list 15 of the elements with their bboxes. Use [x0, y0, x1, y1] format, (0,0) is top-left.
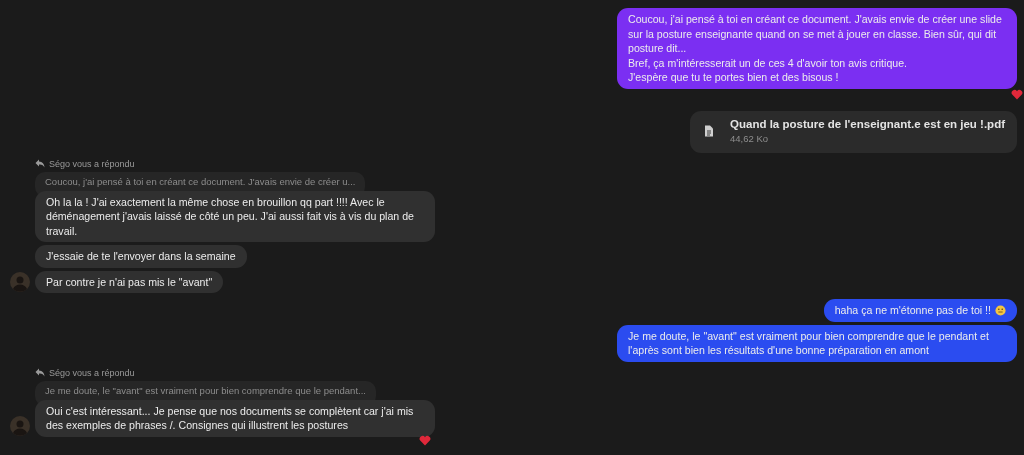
- file-size: 44,62 Ko: [730, 131, 770, 145]
- file-attachment[interactable]: Quand la posture de l'enseignant.e est en jeu !.pdf 44,62 Ko: [690, 110, 1017, 153]
- reply-label: Ségo vous a répondu: [49, 158, 135, 169]
- message-bubble: J'essaie de te l'envoyer dans la semaine: [35, 245, 247, 268]
- avatar: [10, 272, 30, 292]
- message-bubble: Je me doute, le "avant" est vraiment pour bien comprendre que le pendant et l'après sont bien les résultats d'une bonne préparation en amont: [617, 324, 1017, 362]
- avatar: [10, 415, 30, 436]
- reply-icon: [35, 159, 45, 168]
- message-bubble: Par contre je n'ai pas mis le "avant": [35, 270, 224, 293]
- reply-icon: [35, 368, 45, 377]
- document-icon: [704, 124, 715, 137]
- message-bubble: Oh la la ! J'ai exactement la même chose en brouillon qq part !!!! Avec le déménagement j'avais laissé de côté un peu. J'ai aussi fait vis à vis du plan de travail.: [35, 190, 435, 242]
- reply-label: Ségo vous a répondu: [49, 367, 135, 378]
- message-bubble: haha ça ne m'étonne pas de toi !!: [823, 299, 1017, 322]
- file-name: Quand la posture de l'enseignant.e est en jeu !.pdf: [730, 116, 1005, 132]
